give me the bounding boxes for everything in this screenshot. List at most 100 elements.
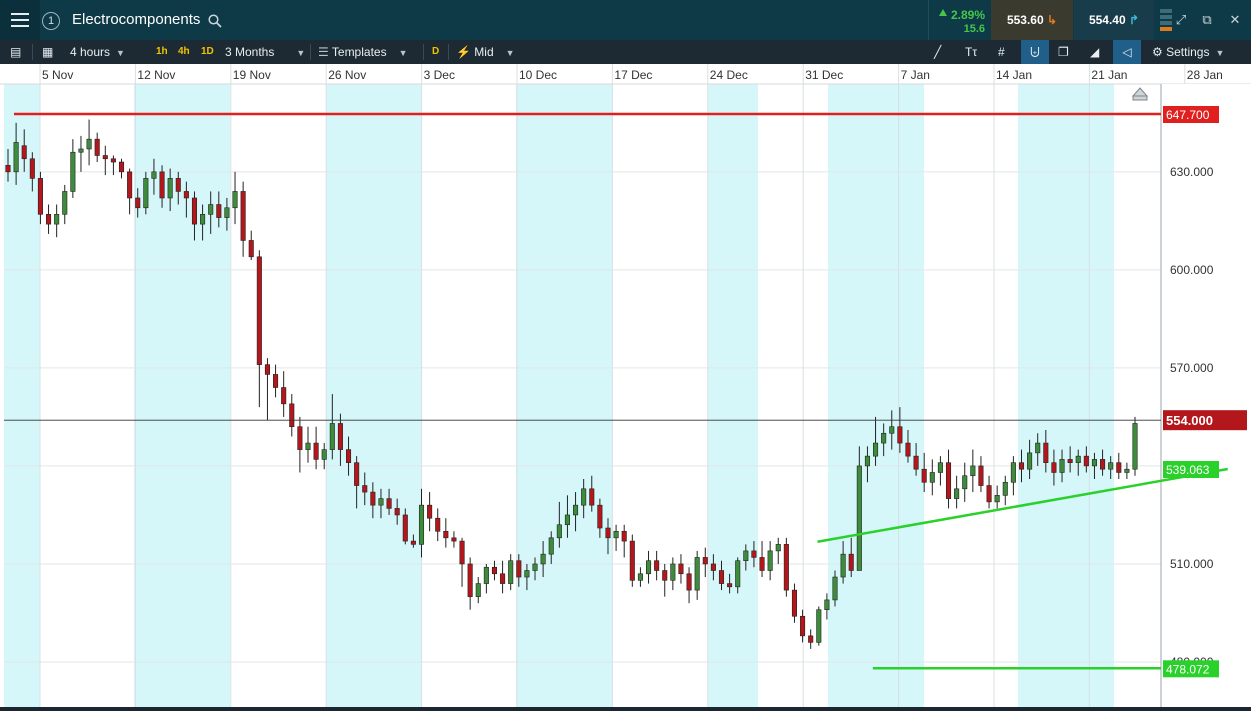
list-icon[interactable]: ▤	[10, 40, 21, 64]
external-link-icon[interactable]: ⧉	[1194, 0, 1220, 40]
candle	[597, 504, 603, 529]
candle	[735, 560, 741, 588]
candle	[848, 553, 854, 571]
draw-line-icon[interactable]: ╱	[934, 40, 941, 64]
candle	[921, 468, 927, 483]
grid-icon[interactable]: #	[998, 40, 1005, 64]
interval-label: 4 hours	[70, 45, 111, 59]
settings-button[interactable]: ⚙ Settings ▼	[1152, 40, 1224, 64]
chevron-down-icon: ▼	[116, 48, 125, 58]
layers-icon[interactable]: ❐	[1058, 40, 1069, 64]
menu-button[interactable]	[0, 0, 40, 40]
indicator-icon[interactable]: ◢	[1090, 40, 1099, 64]
x-tick-label: 12 Nov	[137, 68, 175, 82]
top-bar: 1 Electrocomponents 2.89% 15.6 553.60 ↳ …	[0, 0, 1251, 40]
search-icon[interactable]	[208, 14, 222, 28]
candle	[110, 158, 116, 163]
candle	[143, 178, 149, 209]
chevron-down-icon: ▼	[398, 48, 408, 58]
candle	[370, 491, 376, 506]
text-tool-icon[interactable]: Tτ	[965, 40, 977, 64]
candle	[256, 256, 262, 365]
x-tick-label: 19 Nov	[233, 68, 271, 82]
candle	[540, 553, 546, 565]
change-absolute: 15.6	[963, 23, 985, 35]
candle	[1010, 462, 1016, 483]
instrument-title: Electrocomponents	[72, 11, 201, 28]
buy-price-button[interactable]: 554.40 ↱	[1074, 0, 1154, 40]
hamburger-menu-icon	[11, 13, 29, 27]
candle	[1067, 459, 1073, 463]
candle	[354, 462, 360, 486]
candle	[208, 204, 214, 215]
candle	[1124, 468, 1130, 473]
x-tick-label: 7 Jan	[901, 68, 930, 82]
d-badge[interactable]: D	[432, 40, 439, 64]
candle	[532, 563, 538, 571]
chevron-down-icon: ▼	[296, 48, 306, 58]
expand-icon[interactable]: ⤢	[1168, 0, 1194, 40]
tag-icon[interactable]: ◁	[1113, 40, 1141, 64]
interval-select[interactable]: 4 hours ▼	[70, 40, 125, 64]
candle	[337, 423, 343, 450]
candle	[613, 530, 619, 539]
x-tick-label: 26 Nov	[328, 68, 366, 82]
resistance-price-label: 647.700	[1166, 108, 1210, 122]
candle	[548, 537, 554, 555]
x-tick-label: 5 Nov	[42, 68, 73, 82]
candle	[329, 423, 335, 450]
crosshair-icon[interactable]: ⨄	[1021, 40, 1049, 64]
down-arrow-icon: ↳	[1046, 13, 1058, 27]
candle	[127, 171, 133, 199]
candle	[783, 544, 789, 591]
candle	[605, 527, 611, 539]
gear-icon: ⚙	[1152, 45, 1163, 59]
candle	[313, 442, 319, 460]
candle	[216, 204, 222, 218]
candle	[21, 145, 27, 160]
candle	[954, 488, 960, 499]
candle	[378, 498, 384, 506]
change-percent: 2.89%	[950, 8, 985, 22]
candle	[962, 475, 968, 490]
candle	[1100, 459, 1106, 470]
weekend-shade	[708, 84, 758, 707]
candle	[418, 504, 425, 545]
x-tick-label: 3 Dec	[424, 68, 455, 82]
candle	[840, 553, 846, 578]
candle	[264, 364, 270, 375]
candle	[621, 530, 627, 542]
templates-select[interactable]: ☰ Templates ▼	[318, 40, 408, 64]
layout-icon[interactable]: ▦	[42, 40, 53, 64]
interval-1h-button[interactable]: 1h	[156, 40, 168, 64]
templates-label: Templates	[331, 45, 387, 59]
instrument-number-badge[interactable]: 1	[42, 12, 60, 30]
interval-1d-button[interactable]: 1D	[201, 40, 214, 64]
chart-area[interactable]: 5 Nov 12 Nov 19 Nov 26 Nov 3 Dec 10 Dec 17 Dec…	[0, 64, 1251, 707]
candle	[1043, 442, 1049, 463]
candle	[913, 455, 919, 470]
candle	[645, 560, 652, 575]
range-select[interactable]: 3 Months ▼	[225, 40, 305, 64]
sell-price-button[interactable]: 553.60 ↳	[991, 0, 1073, 40]
candle	[937, 462, 943, 473]
candle	[183, 191, 189, 199]
candle	[832, 576, 838, 601]
candle	[46, 214, 52, 225]
x-tick-label: 14 Jan	[996, 68, 1032, 82]
candle	[589, 488, 595, 506]
candle	[1051, 462, 1057, 473]
candle	[500, 573, 506, 584]
close-icon[interactable]: ✕	[1222, 0, 1248, 40]
x-tick-label: 10 Dec	[519, 68, 557, 82]
candle	[435, 517, 441, 532]
candle	[410, 540, 416, 545]
candle	[694, 557, 700, 591]
candle	[508, 560, 514, 584]
price-type-select[interactable]: ⚡ Mid ▼	[456, 40, 515, 64]
price-chart[interactable]: 5 Nov 12 Nov 19 Nov 26 Nov 3 Dec 10 Dec 17 Dec…	[0, 64, 1251, 707]
current-price-label: 554.000	[1166, 413, 1213, 428]
candle	[986, 485, 992, 503]
interval-4h-button[interactable]: 4h	[178, 40, 190, 64]
candle	[191, 197, 198, 225]
